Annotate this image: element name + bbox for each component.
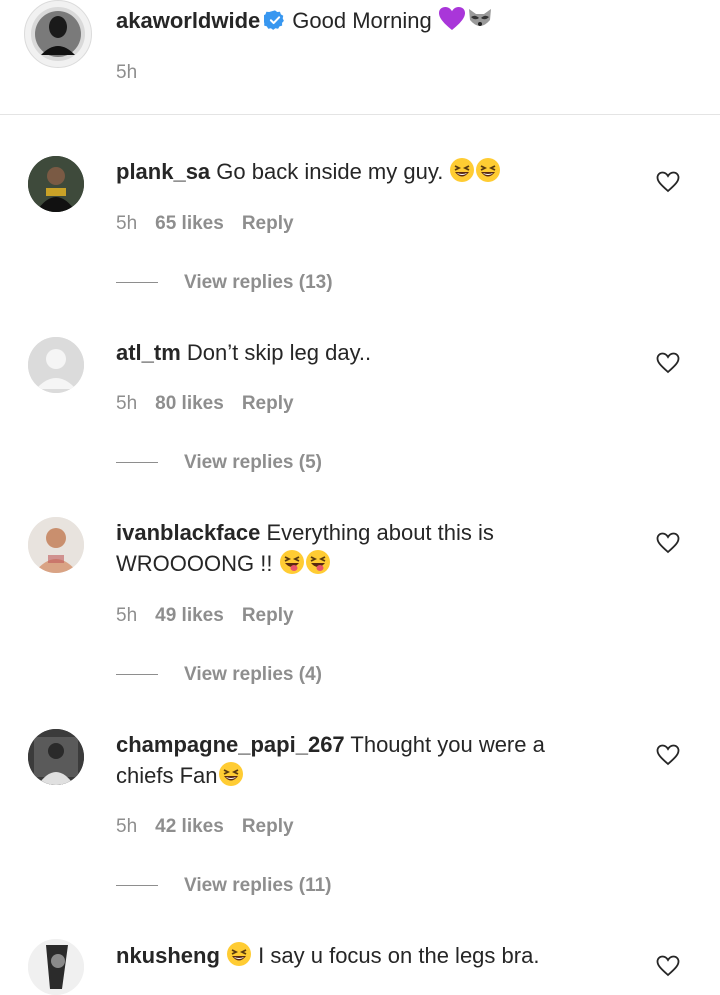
- like-heart-icon[interactable]: [656, 171, 680, 193]
- commenter-avatar[interactable]: [28, 337, 84, 393]
- winking-tongue-face-icon: [305, 549, 331, 583]
- grinning-squinting-face-icon: [218, 761, 244, 795]
- commenter-username[interactable]: nkusheng: [116, 943, 220, 968]
- comment-text-line: nkusheng I say u focus on the legs bra.: [116, 940, 539, 975]
- caption-meta: 5h: [116, 62, 155, 84]
- comment-text: Thought you were a: [350, 732, 545, 757]
- replies-divider-line: [116, 282, 158, 284]
- likes-count[interactable]: 42 likes: [155, 816, 224, 837]
- like-heart-icon[interactable]: [656, 744, 680, 766]
- grinning-squinting-face-icon: [475, 157, 501, 191]
- comment-text: Go back inside my guy.: [216, 159, 444, 184]
- comment-time: 5h: [116, 393, 138, 414]
- post-caption: akaworldwide Good Morning 5h: [0, 0, 720, 114]
- comment-text-line-2: chiefs Fan: [116, 760, 244, 795]
- commenter-avatar[interactable]: [28, 729, 84, 785]
- commenter-avatar[interactable]: [28, 156, 84, 212]
- commenter-username[interactable]: ivanblackface: [116, 520, 260, 545]
- caption-text-line: akaworldwide Good Morning: [116, 5, 494, 40]
- comment-text-continued: WROOOONG !!: [116, 551, 273, 576]
- comment-text: Don’t skip leg day..: [186, 340, 372, 365]
- comment-text-continued: chiefs Fan: [116, 763, 218, 788]
- comment-text-line: atl_tm Don’t skip leg day..: [116, 337, 371, 368]
- view-replies-label: View replies (11): [184, 875, 332, 896]
- comment-meta: 5h 65 likes Reply: [116, 213, 312, 235]
- view-replies-button[interactable]: View replies (11): [116, 875, 332, 897]
- view-replies-label: View replies (4): [184, 664, 322, 685]
- commenter-avatar[interactable]: [28, 517, 84, 573]
- author-avatar[interactable]: [24, 0, 92, 68]
- author-username[interactable]: akaworldwide: [116, 8, 260, 33]
- reply-button[interactable]: Reply: [242, 213, 294, 234]
- comment-meta: 5h 49 likes Reply: [116, 605, 312, 627]
- likes-count[interactable]: 65 likes: [155, 213, 224, 234]
- comment-meta: 5h 80 likes Reply: [116, 393, 312, 415]
- reply-button[interactable]: Reply: [242, 393, 294, 414]
- replies-divider-line: [116, 885, 158, 887]
- comment-time: 5h: [116, 213, 138, 234]
- commenter-username[interactable]: plank_sa: [116, 159, 210, 184]
- view-replies-label: View replies (5): [184, 452, 322, 473]
- commenter-avatar[interactable]: [28, 939, 84, 995]
- commenter-username[interactable]: atl_tm: [116, 340, 181, 365]
- view-replies-button[interactable]: View replies (13): [116, 272, 333, 294]
- comment-text-line-2: WROOOONG !!: [116, 548, 331, 583]
- replies-divider-line: [116, 462, 158, 464]
- likes-count[interactable]: 49 likes: [155, 605, 224, 626]
- view-replies-button[interactable]: View replies (4): [116, 664, 322, 686]
- raccoon-icon: [466, 6, 494, 40]
- caption-time: 5h: [116, 62, 138, 83]
- view-replies-label: View replies (13): [184, 272, 333, 293]
- comment-text-line: plank_sa Go back inside my guy.: [116, 156, 501, 191]
- purple-heart-icon: [438, 6, 466, 40]
- comment-text: Everything about this is: [266, 520, 494, 545]
- like-heart-icon[interactable]: [656, 955, 680, 977]
- comment-time: 5h: [116, 605, 138, 626]
- comment-meta: 5h 42 likes Reply: [116, 816, 312, 838]
- verified-badge-icon: [262, 8, 286, 39]
- reply-button[interactable]: Reply: [242, 816, 294, 837]
- like-heart-icon[interactable]: [656, 352, 680, 374]
- comment-text-line: ivanblackface Everything about this is: [116, 517, 494, 548]
- grinning-squinting-face-icon: [449, 157, 475, 191]
- replies-divider-line: [116, 674, 158, 676]
- grinning-squinting-face-icon: [226, 941, 252, 975]
- commenter-username[interactable]: champagne_papi_267: [116, 732, 345, 757]
- comment-text-line: champagne_papi_267 Thought you were a: [116, 729, 545, 760]
- winking-tongue-face-icon: [279, 549, 305, 583]
- view-replies-button[interactable]: View replies (5): [116, 452, 322, 474]
- reply-button[interactable]: Reply: [242, 605, 294, 626]
- like-heart-icon[interactable]: [656, 532, 680, 554]
- comment-time: 5h: [116, 816, 138, 837]
- likes-count[interactable]: 80 likes: [155, 393, 224, 414]
- comment-text: I say u focus on the legs bra.: [258, 943, 540, 968]
- caption-text: Good Morning: [292, 8, 432, 33]
- caption-divider: [0, 114, 720, 115]
